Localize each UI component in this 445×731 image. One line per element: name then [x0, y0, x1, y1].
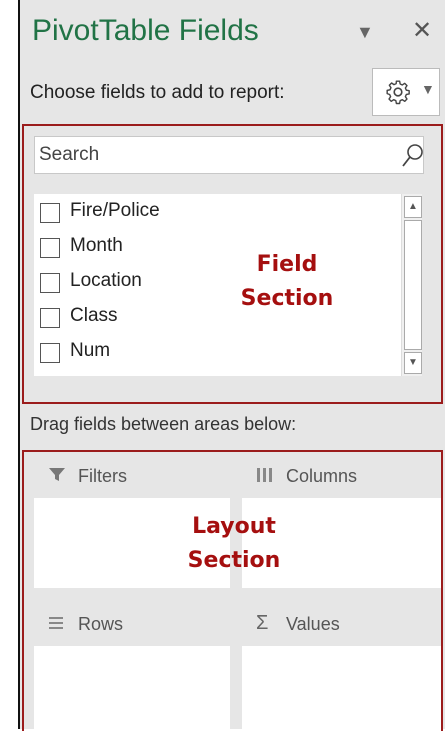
area-title: Values [286, 614, 340, 634]
field-list-scrollbar[interactable]: ▲ ▼ [401, 194, 422, 376]
gear-icon [386, 80, 410, 105]
field-label: Location [70, 270, 142, 291]
annotation-line: Section [240, 286, 334, 311]
scrollbar-thumb[interactable] [404, 220, 422, 350]
annotation-line: Field [256, 252, 318, 277]
checkbox[interactable] [40, 238, 60, 258]
field-label: Class [70, 305, 118, 326]
field-label: Fire/Police [70, 200, 160, 221]
area-header: Σ Values [242, 600, 441, 646]
search-icon[interactable] [401, 143, 425, 169]
layout-section: Filters Columns Rows Σ Values Layout Sec… [22, 450, 443, 731]
area-title: Filters [78, 466, 127, 486]
rows-icon [49, 617, 63, 629]
search-input[interactable]: Search [34, 136, 424, 174]
field-section: Search Fire/Police Month Location Class [22, 124, 443, 404]
checkbox[interactable] [40, 203, 60, 223]
close-icon[interactable]: ✕ [412, 16, 432, 45]
area-header: Columns [242, 452, 441, 498]
annotation-line: Layout [192, 514, 276, 539]
pane-options-dropdown-icon[interactable]: ▼ [356, 22, 374, 43]
drag-fields-label: Drag fields between areas below: [30, 414, 297, 434]
pane-title: PivotTable Fields [32, 14, 259, 47]
field-label: Num [70, 340, 111, 361]
area-header: Filters [34, 452, 230, 498]
checkbox[interactable] [40, 343, 60, 363]
choose-fields-label: Choose fields to add to report: [30, 82, 285, 103]
checkbox[interactable] [40, 273, 60, 293]
area-header: Rows [34, 600, 230, 646]
area-drop-zone[interactable] [242, 646, 441, 731]
sigma-icon: Σ [256, 612, 269, 634]
rows-area[interactable]: Rows [34, 600, 230, 731]
checkbox[interactable] [40, 308, 60, 328]
field-section-annotation: Field Section [222, 248, 352, 316]
scroll-down-icon[interactable]: ▼ [404, 352, 422, 374]
field-label: Month [70, 235, 123, 256]
values-area[interactable]: Σ Values [242, 600, 441, 731]
columns-icon [257, 468, 272, 482]
filter-icon [49, 468, 65, 481]
tools-button[interactable]: ▼ [372, 68, 440, 116]
layout-section-annotation: Layout Section [166, 510, 302, 578]
pivottable-fields-pane: PivotTable Fields ▼ ✕ Choose fields to a… [18, 0, 445, 731]
search-placeholder: Search [39, 144, 100, 165]
chevron-down-icon: ▼ [421, 81, 435, 97]
annotation-line: Section [187, 548, 281, 573]
area-title: Rows [78, 614, 124, 634]
area-title: Columns [286, 466, 358, 486]
area-drop-zone[interactable] [34, 646, 230, 731]
scroll-up-icon[interactable]: ▲ [404, 196, 422, 218]
